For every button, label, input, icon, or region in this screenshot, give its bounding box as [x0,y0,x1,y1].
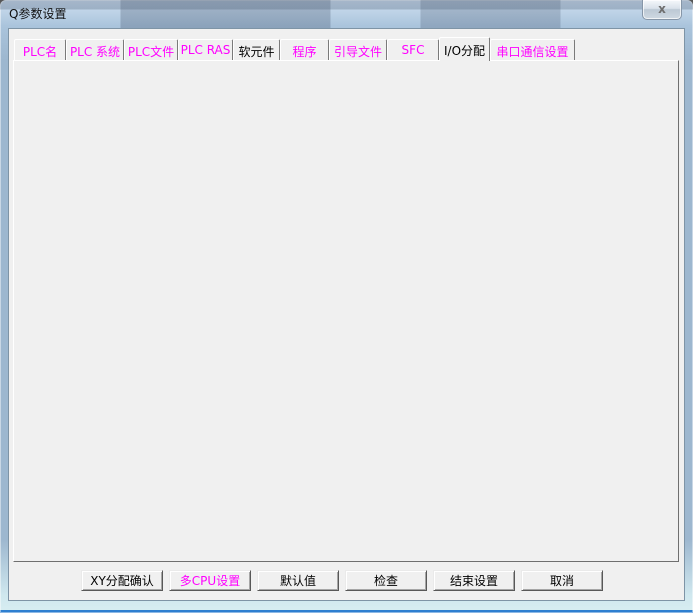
tab-plc-file[interactable]: PLC文件 [124,39,178,60]
tab-page-io-assignment [13,60,679,562]
xy-assignment-confirm-button[interactable]: XY分配确认 [81,570,163,591]
close-icon: x [658,2,666,16]
tab-sfc[interactable]: SFC [387,39,439,60]
default-values-button[interactable]: 默认值 [257,570,339,591]
tab-device[interactable]: 软元件 [233,39,280,60]
tab-io-assignment[interactable]: I/O分配 [439,37,490,61]
cancel-button[interactable]: 取消 [521,570,603,591]
tab-serial-comm[interactable]: 串口通信设置 [490,39,575,60]
end-settings-button[interactable]: 结束设置 [433,570,515,591]
tab-plc-system[interactable]: PLC 系统 [66,39,124,60]
tab-boot-file[interactable]: 引导文件 [329,39,387,60]
tab-program[interactable]: 程序 [280,39,329,60]
tab-plc-name[interactable]: PLC名 [14,39,66,60]
dialog-window: Q参数设置 x PLC名 PLC 系统 PLC文件 PLC RAS 软元件 程序… [0,0,693,613]
window-title: Q参数设置 [9,5,66,22]
multi-cpu-settings-button[interactable]: 多CPU设置 [169,570,251,591]
tab-plc-ras[interactable]: PLC RAS [178,39,233,60]
check-button[interactable]: 检查 [345,570,427,591]
title-bar: Q参数设置 [0,0,693,28]
tab-strip: PLC名 PLC 系统 PLC文件 PLC RAS 软元件 程序 引导文件 SF… [14,37,575,60]
close-button[interactable]: x [642,0,682,20]
